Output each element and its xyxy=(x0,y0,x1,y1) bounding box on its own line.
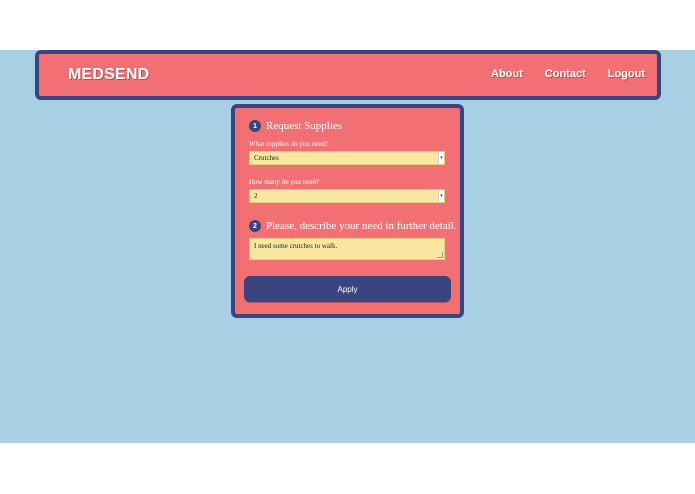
nav-link-contact[interactable]: Contact xyxy=(545,68,586,80)
chevron-down-icon: ▾ xyxy=(438,190,444,202)
quantity-select[interactable]: 2 ▾ xyxy=(249,189,445,203)
quantity-select-value: 2 xyxy=(254,192,258,200)
chevron-down-icon: ▾ xyxy=(438,152,444,164)
nav-link-about[interactable]: About xyxy=(491,68,523,80)
supplies-select[interactable]: Crutches ▾ xyxy=(249,151,445,165)
top-navbar: MEDSEND About Contact Logout xyxy=(35,50,661,100)
step-1-heading: 1 Request Supplies xyxy=(249,120,342,132)
step-number-badge: 2 xyxy=(249,220,261,232)
detail-textarea[interactable]: I need some crutches to walk. xyxy=(249,238,445,260)
nav-link-logout[interactable]: Logout xyxy=(608,68,645,80)
step-number-badge: 1 xyxy=(249,120,261,132)
request-form: 1 Request Supplies What supplies do you … xyxy=(231,104,464,318)
resize-handle-icon[interactable] xyxy=(437,252,443,258)
supplies-label: What supplies do you need? xyxy=(249,140,328,148)
nav-links: About Contact Logout xyxy=(491,68,645,80)
brand-logo[interactable]: MEDSEND xyxy=(68,66,149,84)
step-title: Request Supplies xyxy=(266,120,343,132)
supplies-select-value: Crutches xyxy=(254,154,279,162)
step-2-heading: 2 Please, describe your need in further … xyxy=(249,220,457,232)
apply-button[interactable]: Apply xyxy=(244,276,451,302)
detail-textarea-value: I need some crutches to walk. xyxy=(254,242,338,250)
quantity-label: How many do you need? xyxy=(249,178,319,186)
step-title: Please, describe your need in further de… xyxy=(266,220,457,232)
